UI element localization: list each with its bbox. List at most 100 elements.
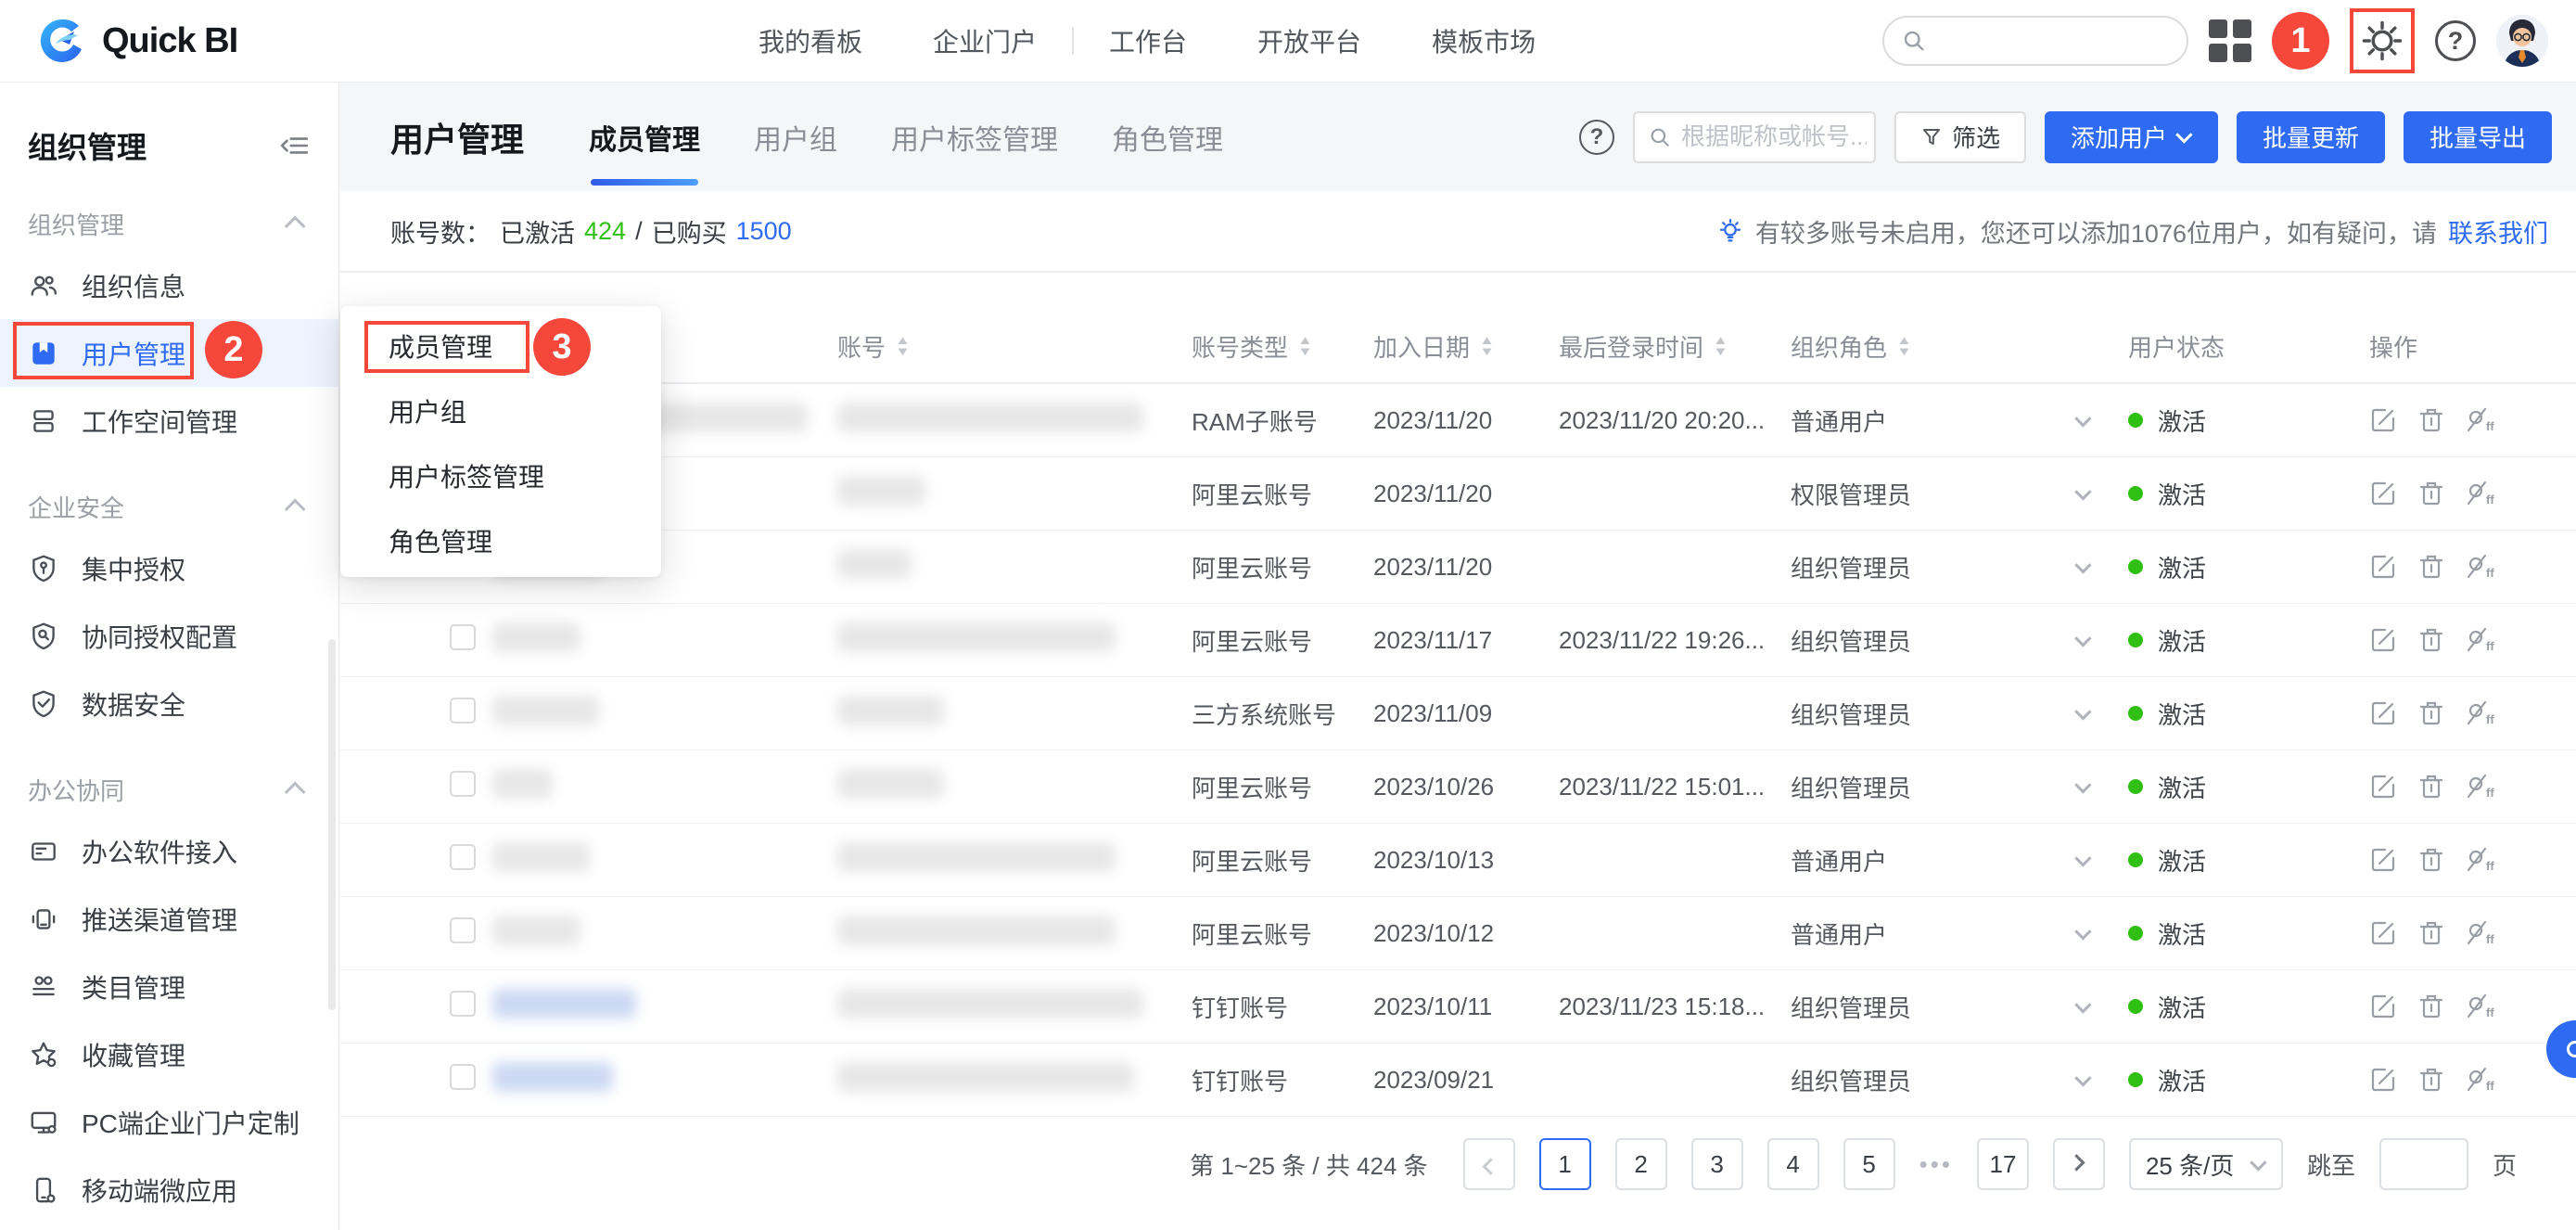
column-header-org-role[interactable]: 组织角色 ▲▼ (1791, 329, 2128, 364)
contact-us-link[interactable]: 联系我们 (2448, 213, 2548, 250)
user-off-icon[interactable]: ff (2466, 919, 2497, 947)
user-off-icon[interactable]: ff (2466, 626, 2497, 654)
member-search-input[interactable] (1681, 122, 1867, 151)
page-button-1[interactable]: 1 (1539, 1138, 1591, 1190)
sidebar-item-office-software[interactable]: 办公软件接入 (0, 817, 338, 885)
chevron-down-icon[interactable] (2074, 996, 2091, 1013)
edit-icon[interactable] (2369, 993, 2397, 1020)
edit-icon[interactable] (2369, 1066, 2397, 1094)
next-page-button[interactable] (2053, 1138, 2105, 1190)
user-off-icon[interactable]: ff (2466, 1066, 2497, 1094)
delete-icon[interactable] (2417, 480, 2445, 507)
menu-item-role-management[interactable]: 角色管理 (340, 508, 661, 573)
gear-icon[interactable] (2361, 19, 2404, 62)
chevron-down-icon[interactable] (2074, 923, 2091, 940)
filter-button[interactable]: 筛选 (1894, 111, 2026, 163)
user-off-icon[interactable]: ff (2466, 846, 2497, 874)
edit-icon[interactable] (2369, 773, 2397, 801)
tab-member-management[interactable]: 成员管理 (589, 117, 700, 158)
user-off-icon[interactable]: ff (2466, 773, 2497, 801)
help-icon[interactable]: ? (1579, 120, 1614, 155)
sidebar-collapse-icon[interactable] (279, 130, 311, 161)
nav-open-platform[interactable]: 开放平台 (1222, 22, 1396, 59)
column-header-account-type[interactable]: 账号类型 ▲▼ (1192, 329, 1373, 364)
chevron-down-icon[interactable] (2074, 410, 2091, 427)
sidebar-group-security[interactable]: 企业安全 (0, 479, 338, 534)
chevron-down-icon[interactable] (2074, 776, 2091, 793)
nav-template-market[interactable]: 模板市场 (1396, 22, 1571, 59)
edit-icon[interactable] (2369, 919, 2397, 947)
apps-grid-icon[interactable] (2209, 19, 2251, 62)
row-checkbox[interactable] (450, 844, 476, 870)
delete-icon[interactable] (2417, 846, 2445, 874)
delete-icon[interactable] (2417, 626, 2445, 654)
row-checkbox[interactable] (450, 698, 476, 724)
row-checkbox[interactable] (450, 624, 476, 650)
sort-icon[interactable]: ▲▼ (1299, 336, 1311, 356)
sidebar-item-org-info[interactable]: 组织信息 (0, 251, 338, 319)
sort-icon[interactable]: ▲▼ (897, 336, 909, 356)
help-icon[interactable]: ? (2435, 20, 2476, 61)
page-button-2[interactable]: 2 (1615, 1138, 1667, 1190)
add-user-button[interactable]: 添加用户 (2045, 111, 2218, 163)
global-search-box[interactable] (1882, 16, 2188, 66)
delete-icon[interactable] (2417, 1066, 2445, 1094)
nav-my-dashboard[interactable]: 我的看板 (723, 22, 898, 59)
delete-icon[interactable] (2417, 919, 2445, 947)
tab-role-management[interactable]: 角色管理 (1112, 117, 1223, 158)
delete-icon[interactable] (2417, 993, 2445, 1020)
chevron-down-icon[interactable] (2074, 483, 2091, 500)
column-header-account[interactable]: 账号 ▲▼ (837, 329, 1192, 364)
row-checkbox[interactable] (450, 771, 476, 797)
page-button-4[interactable]: 4 (1767, 1138, 1819, 1190)
sidebar-item-mobile-micro-app[interactable]: 移动端微应用 (0, 1156, 338, 1224)
nav-enterprise-portal[interactable]: 企业门户 (898, 22, 1072, 59)
row-checkbox[interactable] (450, 991, 476, 1017)
chevron-down-icon[interactable] (2074, 703, 2091, 720)
sidebar-group-office-collab[interactable]: 办公协同 (0, 762, 338, 817)
user-off-icon[interactable]: ff (2466, 553, 2497, 581)
page-size-select[interactable]: 25 条/页 (2129, 1138, 2283, 1190)
chevron-down-icon[interactable] (2074, 630, 2091, 647)
edit-icon[interactable] (2369, 553, 2397, 581)
batch-export-button[interactable]: 批量导出 (2404, 111, 2552, 163)
sidebar-item-collab-auth-config[interactable]: 协同授权配置 (0, 602, 338, 670)
quick-bi-logo[interactable]: Quick BI (37, 16, 237, 66)
row-checkbox[interactable] (450, 917, 476, 943)
delete-icon[interactable] (2417, 773, 2445, 801)
delete-icon[interactable] (2417, 406, 2445, 434)
global-search-input[interactable] (1936, 27, 2168, 56)
chevron-down-icon[interactable] (2074, 850, 2091, 866)
menu-item-user-tag-management[interactable]: 用户标签管理 (340, 443, 661, 508)
sidebar-item-workspace-management[interactable]: 工作空间管理 (0, 387, 338, 455)
sidebar-group-org[interactable]: 组织管理 (0, 196, 338, 251)
edit-icon[interactable] (2369, 699, 2397, 727)
user-off-icon[interactable]: ff (2466, 406, 2497, 434)
user-off-icon[interactable]: ff (2466, 993, 2497, 1020)
edit-icon[interactable] (2369, 626, 2397, 654)
user-avatar[interactable] (2496, 15, 2548, 67)
page-button-17[interactable]: 17 (1977, 1138, 2029, 1190)
edit-icon[interactable] (2369, 846, 2397, 874)
sidebar-item-data-security[interactable]: 数据安全 (0, 670, 338, 737)
edit-icon[interactable] (2369, 406, 2397, 434)
page-button-3[interactable]: 3 (1691, 1138, 1743, 1190)
sidebar-item-central-auth[interactable]: 集中授权 (0, 534, 338, 602)
menu-item-user-groups[interactable]: 用户组 (340, 378, 661, 443)
chevron-down-icon[interactable] (2074, 1070, 2091, 1086)
tab-user-groups[interactable]: 用户组 (754, 117, 837, 158)
pagination-ellipsis[interactable]: ••• (1919, 1150, 1953, 1179)
batch-update-button[interactable]: 批量更新 (2237, 111, 2385, 163)
jump-to-page-input[interactable] (2379, 1138, 2468, 1190)
sidebar-scrollbar[interactable] (328, 639, 336, 1010)
page-button-5[interactable]: 5 (1843, 1138, 1895, 1190)
sort-icon[interactable]: ▲▼ (1898, 336, 1910, 356)
user-off-icon[interactable]: ff (2466, 480, 2497, 507)
prev-page-button[interactable] (1463, 1138, 1515, 1190)
delete-icon[interactable] (2417, 553, 2445, 581)
delete-icon[interactable] (2417, 699, 2445, 727)
nav-workbench[interactable]: 工作台 (1074, 22, 1222, 59)
column-header-join-date[interactable]: 加入日期 ▲▼ (1373, 329, 1559, 364)
sidebar-item-push-channel[interactable]: 推送渠道管理 (0, 885, 338, 953)
member-search-box[interactable] (1633, 111, 1876, 163)
